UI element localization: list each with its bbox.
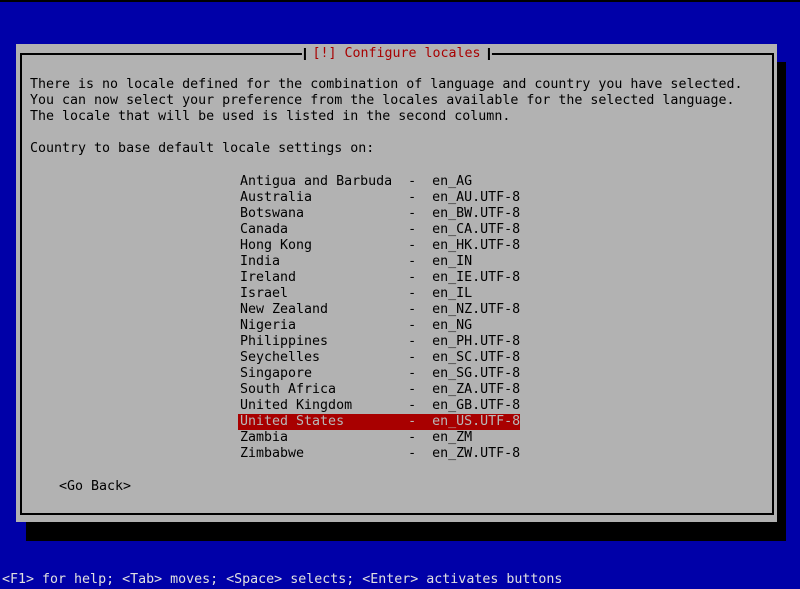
list-item-hong-kong[interactable]: Hong Kong - en_HK.UTF-8 — [238, 238, 520, 254]
list-item-ireland[interactable]: Ireland - en_IE.UTF-8 — [238, 270, 520, 286]
list-item-canada[interactable]: Canada - en_CA.UTF-8 — [238, 222, 520, 238]
list-item-south-africa[interactable]: South Africa - en_ZA.UTF-8 — [238, 382, 520, 398]
list-item-singapore[interactable]: Singapore - en_SG.UTF-8 — [238, 366, 520, 382]
title-right-tick-icon — [488, 48, 490, 60]
list-item-antigua-and-barbuda[interactable]: Antigua and Barbuda - en_AG — [238, 174, 520, 190]
list-prompt-label: Country to base default locale settings … — [30, 141, 374, 157]
configure-locales-dialog: [!] Configure locales There is no locale… — [16, 44, 777, 522]
list-item-australia[interactable]: Australia - en_AU.UTF-8 — [238, 190, 520, 206]
country-list: Antigua and Barbuda - en_AGAustralia - e… — [238, 174, 520, 462]
list-item-botswana[interactable]: Botswana - en_BW.UTF-8 — [238, 206, 520, 222]
dialog-description: There is no locale defined for the combi… — [30, 77, 742, 125]
installer-screen: [!] Configure locales There is no locale… — [0, 0, 800, 589]
list-item-india[interactable]: India - en_IN — [238, 254, 520, 270]
list-item-philippines[interactable]: Philippines - en_PH.UTF-8 — [238, 334, 520, 350]
dialog-title: [!] Configure locales — [301, 46, 491, 62]
list-item-united-states[interactable]: United States - en_US.UTF-8 — [238, 414, 520, 430]
list-item-israel[interactable]: Israel - en_IL — [238, 286, 520, 302]
list-item-nigeria[interactable]: Nigeria - en_NG — [238, 318, 520, 334]
list-item-seychelles[interactable]: Seychelles - en_SC.UTF-8 — [238, 350, 520, 366]
list-item-united-kingdom[interactable]: United Kingdom - en_GB.UTF-8 — [238, 398, 520, 414]
list-item-zimbabwe[interactable]: Zimbabwe - en_ZW.UTF-8 — [238, 446, 520, 462]
help-bar: <F1> for help; <Tab> moves; <Space> sele… — [2, 572, 562, 588]
top-border-line — [0, 0, 800, 2]
dialog-title-text: [!] Configure locales — [312, 46, 480, 62]
list-item-new-zealand[interactable]: New Zealand - en_NZ.UTF-8 — [238, 302, 520, 318]
title-left-tick-icon — [303, 48, 305, 60]
list-item-zambia[interactable]: Zambia - en_ZM — [238, 430, 520, 446]
go-back-button[interactable]: <Go Back> — [59, 479, 131, 495]
